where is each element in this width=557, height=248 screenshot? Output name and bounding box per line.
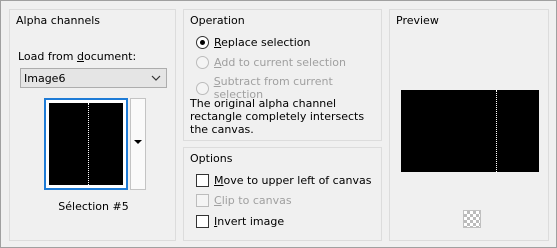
operation-title: Operation <box>190 14 245 27</box>
clip-to-canvas-checkbox[interactable]: Clip to canvas <box>196 194 292 207</box>
operation-description: The original alpha channel rectangle com… <box>190 97 365 136</box>
load-selection-from-alpha-dialog: Alpha channels Load from document: Image… <box>0 0 557 248</box>
radio-selected-icon <box>196 36 209 49</box>
channel-thumbnail[interactable] <box>44 98 128 190</box>
checkerboard-icon[interactable] <box>463 210 481 228</box>
channel-dropdown-button[interactable] <box>130 98 146 190</box>
checkbox-icon <box>196 194 209 207</box>
checkbox-icon <box>196 215 209 228</box>
alpha-channels-group: Alpha channels Load from document: Image… <box>9 9 176 241</box>
alpha-channels-title: Alpha channels <box>16 14 101 27</box>
checkbox-icon <box>196 174 209 187</box>
chevron-down-icon <box>151 75 161 81</box>
options-group: Options Move to upper left of canvas Cli… <box>183 147 382 241</box>
preview-title: Preview <box>396 14 439 27</box>
replace-selection-radio[interactable]: Replace selection <box>196 36 310 49</box>
radio-icon <box>196 81 209 95</box>
operation-group: Operation Replace selection Add to curre… <box>183 9 382 141</box>
triangle-down-icon <box>134 140 142 144</box>
document-select-value: Image6 <box>24 71 66 85</box>
radio-icon <box>196 56 209 69</box>
invert-image-checkbox[interactable]: Invert image <box>196 215 284 228</box>
selection-name: Sélection #5 <box>58 200 129 213</box>
load-from-document-label: Load from document: <box>18 50 137 63</box>
options-title: Options <box>190 152 233 165</box>
add-to-selection-radio[interactable]: Add to current selection <box>196 56 346 69</box>
preview-image <box>401 90 539 172</box>
preview-group: Preview <box>389 9 549 241</box>
document-select[interactable]: Image6 <box>20 68 167 88</box>
move-to-upper-left-checkbox[interactable]: Move to upper left of canvas <box>196 174 371 187</box>
